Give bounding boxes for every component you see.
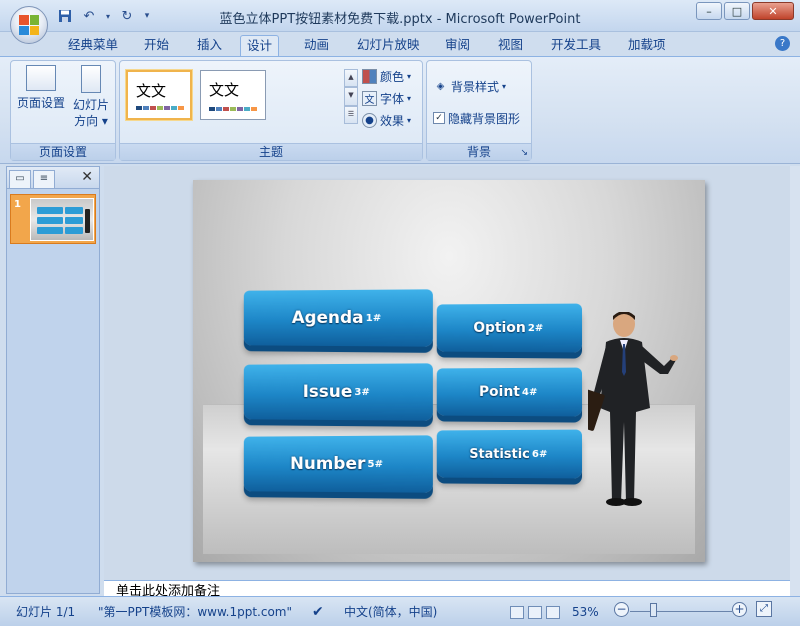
theme-preview-text: 文文 bbox=[136, 82, 167, 100]
tab-slideshow[interactable]: 幻灯片放映 bbox=[351, 35, 426, 57]
maximize-button[interactable]: □ bbox=[724, 2, 750, 20]
view-buttons bbox=[510, 603, 564, 621]
colors-icon bbox=[362, 68, 377, 84]
vertical-scrollbar[interactable] bbox=[790, 166, 800, 596]
tab-view[interactable]: 视图 bbox=[492, 35, 529, 57]
ribbon: 页面设置 幻灯片 方向 ▾ 页面设置 文文 文文 ▲ ▼ ☰ 颜色 ▾ 文 字体… bbox=[0, 56, 800, 164]
theme-office[interactable]: 文文 bbox=[126, 70, 192, 120]
outline-tab-icon[interactable]: ≡ bbox=[33, 170, 55, 188]
slide-orientation-button[interactable]: 幻灯片 方向 ▾ bbox=[69, 65, 113, 129]
gallery-more-icon[interactable]: ☰ bbox=[344, 105, 358, 124]
tab-classic-menu[interactable]: 经典菜单 bbox=[62, 35, 124, 57]
hide-background-graphics[interactable]: ✓ 隐藏背景图形 bbox=[433, 109, 520, 127]
fit-to-window-icon[interactable]: ⤢ bbox=[756, 601, 772, 617]
slides-pane-tabs: ▭ ≡ ✕ bbox=[7, 167, 99, 189]
help-icon[interactable]: ? bbox=[775, 36, 790, 51]
orientation-label-2: 方向 ▾ bbox=[74, 114, 108, 128]
effects-icon: ● bbox=[362, 112, 377, 128]
normal-view-icon[interactable] bbox=[510, 606, 524, 619]
background-styles-label: 背景样式 bbox=[451, 79, 500, 94]
businessman-image bbox=[588, 312, 678, 506]
slide-button-issue: Issue 3# bbox=[243, 363, 433, 421]
hide-background-label: 隐藏背景图形 bbox=[448, 111, 521, 126]
close-pane-icon[interactable]: ✕ bbox=[81, 169, 93, 185]
slide-number: 1 bbox=[14, 199, 21, 210]
slide-editing-area: Agenda 1# Option 2# Issue 3# Point 4# Number… bbox=[104, 166, 790, 580]
tab-addins[interactable]: 加载项 bbox=[622, 35, 672, 57]
fonts-button[interactable]: 文 字体 ▾ bbox=[362, 89, 411, 107]
close-button[interactable]: ✕ bbox=[752, 2, 794, 20]
tab-animations[interactable]: 动画 bbox=[298, 35, 335, 57]
paint-bucket-icon: ◈ bbox=[436, 80, 445, 92]
theme-color-swatches bbox=[136, 106, 184, 110]
page-setup-button[interactable]: 页面设置 bbox=[15, 65, 67, 111]
zoom-out-button[interactable]: − bbox=[614, 602, 629, 617]
zoom-in-button[interactable]: + bbox=[732, 602, 747, 617]
page-setup-label: 页面设置 bbox=[16, 96, 65, 110]
slide-button-agenda: Agenda 1# bbox=[243, 289, 433, 347]
dialog-launcher-icon[interactable]: ↘ bbox=[520, 148, 528, 158]
language-status[interactable]: 中文(简体，中国) bbox=[344, 603, 437, 621]
slide-count-status: 幻灯片 1/1 bbox=[16, 605, 76, 619]
zoom-slider-track[interactable] bbox=[630, 611, 732, 612]
slide-button-point: Point 4# bbox=[436, 367, 583, 417]
background-styles-button[interactable]: ◈ 背景样式 ▾ bbox=[433, 77, 506, 95]
office-button[interactable] bbox=[10, 6, 48, 44]
gallery-up-icon[interactable]: ▲ bbox=[344, 69, 358, 88]
themes-group-title: 主题 bbox=[120, 143, 422, 160]
slide-canvas[interactable]: Agenda 1# Option 2# Issue 3# Point 4# Number… bbox=[193, 180, 705, 562]
effects-button[interactable]: ● 效果 ▾ bbox=[362, 111, 411, 129]
slide-button-number: Number 5# bbox=[243, 435, 433, 493]
slide-thumbnail bbox=[30, 198, 94, 241]
colors-label: 颜色 bbox=[380, 69, 405, 84]
colors-button[interactable]: 颜色 ▾ bbox=[362, 67, 411, 85]
slide-sorter-view-icon[interactable] bbox=[528, 606, 542, 619]
page-setup-group-title: 页面设置 bbox=[11, 143, 115, 160]
orientation-label-1: 幻灯片 bbox=[72, 98, 109, 112]
page-setup-icon bbox=[26, 65, 56, 91]
background-group-title: 背景 bbox=[427, 143, 531, 160]
fonts-label: 字体 bbox=[380, 91, 405, 106]
window-title: 蓝色立体PPT按钮素材免费下载.pptx - Microsoft PowerPo… bbox=[219, 12, 581, 27]
title-bar: ↶ ▾ ↻ ▾ 蓝色立体PPT按钮素材免费下载.pptx - Microsoft… bbox=[0, 0, 800, 32]
hide-background-checkbox[interactable]: ✓ bbox=[433, 112, 445, 124]
orientation-icon bbox=[81, 65, 101, 93]
theme-preview-text: 文文 bbox=[209, 81, 240, 99]
slides-tab-icon[interactable]: ▭ bbox=[9, 170, 31, 188]
gallery-down-icon[interactable]: ▼ bbox=[344, 87, 358, 106]
slideshow-view-icon[interactable] bbox=[546, 606, 560, 619]
theme-alternate[interactable]: 文文 bbox=[200, 70, 266, 120]
ribbon-tabs: 经典菜单 开始 插入 设计 动画 幻灯片放映 审阅 视图 开发工具 加载项 bbox=[0, 32, 800, 57]
slides-pane: ▭ ≡ ✕ 1 bbox=[6, 166, 100, 594]
slide-button-option: Option 2# bbox=[436, 303, 583, 353]
slide-button-statistic: Statistic 6# bbox=[436, 429, 583, 479]
spellcheck-icon[interactable]: ✔ bbox=[312, 603, 324, 621]
template-status: "第一PPT模板网：www.1ppt.com" bbox=[98, 605, 293, 619]
theme-gallery-scroll: ▲ ▼ ☰ bbox=[344, 69, 358, 124]
slide-thumbnail-selected[interactable]: 1 bbox=[10, 194, 96, 244]
tab-home[interactable]: 开始 bbox=[138, 35, 175, 57]
tab-design[interactable]: 设计 bbox=[240, 35, 280, 57]
minimize-button[interactable]: – bbox=[696, 2, 722, 20]
zoom-level[interactable]: 53% bbox=[572, 603, 599, 621]
tab-review[interactable]: 审阅 bbox=[439, 35, 476, 57]
notes-pane[interactable]: 单击此处添加备注 bbox=[104, 580, 790, 596]
group-page-setup: 页面设置 幻灯片 方向 ▾ 页面设置 bbox=[10, 60, 116, 161]
effects-label: 效果 bbox=[380, 113, 405, 128]
zoom-slider-thumb[interactable] bbox=[650, 603, 657, 617]
status-bar: 幻灯片 1/1 "第一PPT模板网：www.1ppt.com" ✔ 中文(简体，… bbox=[0, 596, 800, 626]
window-controls: – □ ✕ bbox=[696, 2, 794, 20]
theme-color-swatches bbox=[209, 107, 257, 111]
tab-insert[interactable]: 插入 bbox=[191, 35, 228, 57]
office-logo-icon bbox=[19, 15, 39, 35]
group-themes: 文文 文文 ▲ ▼ ☰ 颜色 ▾ 文 字体 ▾ ● 效果 ▾ 主题 bbox=[119, 60, 423, 161]
tab-developer[interactable]: 开发工具 bbox=[545, 35, 607, 57]
group-background: ◈ 背景样式 ▾ ✓ 隐藏背景图形 背景 ↘ bbox=[426, 60, 532, 161]
fonts-icon: 文 bbox=[362, 90, 377, 106]
